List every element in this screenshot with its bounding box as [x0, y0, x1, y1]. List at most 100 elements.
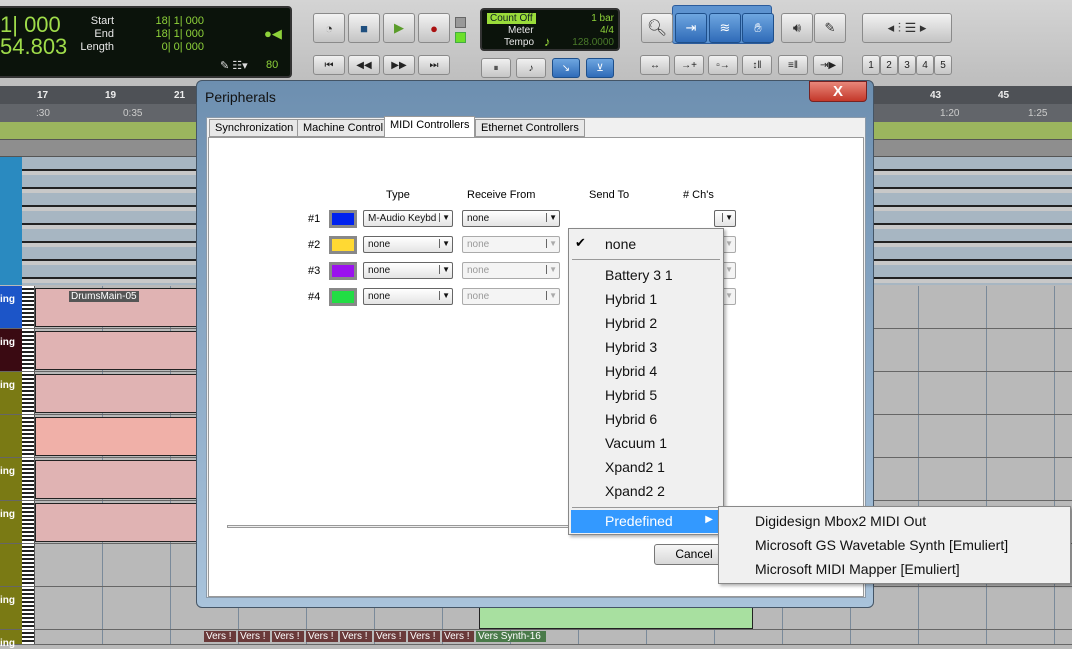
submenu-item[interactable]: Microsoft GS Wavetable Synth [Emuliert]: [755, 537, 1008, 553]
region-name[interactable]: Vers !: [238, 631, 270, 642]
midi-region[interactable]: [35, 417, 197, 456]
color-swatch[interactable]: [329, 262, 357, 280]
pencil-icon[interactable]: ✎ ☷▾: [220, 59, 248, 72]
tempo-value[interactable]: 128.0000: [572, 37, 614, 48]
type-select[interactable]: none: [363, 262, 453, 279]
zoom-preset-5[interactable]: 5: [934, 55, 952, 75]
tab-ethernet-controllers[interactable]: Ethernet Controllers: [475, 119, 585, 137]
end-value[interactable]: 18| 1| 000: [128, 28, 204, 40]
color-swatch[interactable]: [329, 236, 357, 254]
midi-region[interactable]: [35, 331, 197, 370]
wait-for-note-icon[interactable]: ⊻: [586, 58, 614, 78]
menu-item[interactable]: Hybrid 4: [605, 363, 657, 379]
tab-machine-control[interactable]: Machine Control: [297, 119, 390, 137]
track-name[interactable]: ing: [0, 587, 22, 629]
selector-tool-icon[interactable]: ≋: [709, 13, 741, 43]
track-name[interactable]: ing: [0, 458, 22, 500]
online-button[interactable]: ◔: [313, 13, 345, 43]
midi-region[interactable]: [35, 503, 197, 542]
menu-item[interactable]: Battery 3 1: [605, 267, 673, 283]
close-button[interactable]: X: [809, 81, 867, 102]
menu-item-none[interactable]: none: [605, 236, 636, 252]
color-swatch[interactable]: [329, 288, 357, 306]
submenu-item[interactable]: Microsoft MIDI Mapper [Emuliert]: [755, 561, 960, 577]
tab-midi-controllers[interactable]: MIDI Controllers: [384, 116, 476, 138]
counter-time[interactable]: 54.803: [0, 34, 67, 60]
receive-select[interactable]: none: [462, 288, 560, 305]
channels-select[interactable]: [714, 210, 736, 227]
metronome-icon[interactable]: ♪: [516, 58, 546, 78]
pause-icon[interactable]: ⏸: [481, 58, 511, 78]
midi-region[interactable]: [35, 460, 197, 499]
menu-item[interactable]: Vacuum 1: [605, 435, 667, 451]
menu-item[interactable]: Hybrid 5: [605, 387, 657, 403]
zoom-preset-2[interactable]: 2: [880, 55, 898, 75]
midi-merge-icon[interactable]: ↘: [552, 58, 580, 78]
type-select[interactable]: none: [363, 236, 453, 253]
region-name[interactable]: Vers !: [204, 631, 236, 642]
zoom-controls[interactable]: ◂ ⫶ ☰ ▸: [862, 13, 952, 43]
fast-forward-button[interactable]: ▶▶: [383, 55, 415, 75]
track-name[interactable]: ing: [0, 329, 22, 371]
menu-item[interactable]: Hybrid 3: [605, 339, 657, 355]
track-name[interactable]: [0, 415, 22, 457]
submenu-item[interactable]: Digidesign Mbox2 MIDI Out: [755, 513, 926, 529]
tab-synchronization[interactable]: Synchronization: [209, 119, 300, 137]
type-select[interactable]: M-Audio Keybd: [363, 210, 453, 227]
pencil-tool-icon[interactable]: ✎: [814, 13, 846, 43]
track-name[interactable]: ing: [0, 630, 22, 649]
length-value[interactable]: 0| 0| 000: [128, 41, 204, 53]
return-to-zero-button[interactable]: ⏮: [313, 55, 345, 75]
type-select[interactable]: none: [363, 288, 453, 305]
region-name[interactable]: Vers !: [408, 631, 440, 642]
play-button[interactable]: ▶: [383, 13, 415, 43]
menu-item-predefined[interactable]: Predefined ▶: [571, 510, 721, 533]
spot-mode-icon[interactable]: ▫→: [708, 55, 738, 75]
menu-item[interactable]: Xpand2 1: [605, 459, 665, 475]
region-name[interactable]: Vers !: [374, 631, 406, 642]
trim-tool-icon[interactable]: ⇥: [675, 13, 707, 43]
region-name[interactable]: Vers !: [306, 631, 338, 642]
scrubber-tool-icon[interactable]: 🔊︎: [781, 13, 813, 43]
midi-region[interactable]: [479, 607, 753, 629]
grid-relative-icon[interactable]: ≡‖: [778, 55, 808, 75]
note-icon[interactable]: ♪: [544, 34, 551, 49]
receive-select[interactable]: none: [462, 210, 560, 227]
start-value[interactable]: 18| 1| 000: [128, 15, 204, 27]
track-name[interactable]: ing: [0, 286, 22, 328]
zoom-preset-3[interactable]: 3: [898, 55, 916, 75]
receive-select[interactable]: none: [462, 236, 560, 253]
zoom-preset-4[interactable]: 4: [916, 55, 934, 75]
region-name[interactable]: Vers !: [340, 631, 372, 642]
color-swatch[interactable]: [329, 210, 357, 228]
region-name[interactable]: Vers !: [442, 631, 474, 642]
region-name[interactable]: Vers !: [272, 631, 304, 642]
midi-input-icon[interactable]: ●◀: [264, 26, 282, 42]
receive-select[interactable]: none: [462, 262, 560, 279]
stop-button[interactable]: ■: [348, 13, 380, 43]
grabber-tool-icon[interactable]: ✋︎: [742, 13, 774, 43]
track-name[interactable]: ing: [0, 372, 22, 414]
menu-item[interactable]: Hybrid 2: [605, 315, 657, 331]
slip-mode-icon[interactable]: →+: [674, 55, 704, 75]
tab-to-transient-icon[interactable]: ⇥▶: [813, 55, 843, 75]
record-button[interactable]: ●: [418, 13, 450, 43]
zoom-preset-1[interactable]: 1: [862, 55, 880, 75]
meter-value[interactable]: 4/4: [600, 25, 614, 36]
count-off-button[interactable]: Count Off: [487, 13, 536, 24]
region-name[interactable]: Vers Synth-16: [476, 631, 546, 642]
grid-mode-icon[interactable]: ↕‖: [742, 55, 772, 75]
track-name[interactable]: ing: [0, 501, 22, 543]
menu-item[interactable]: Xpand2 2: [605, 483, 665, 499]
menu-item[interactable]: Hybrid 1: [605, 291, 657, 307]
midi-region[interactable]: [35, 374, 197, 413]
go-to-end-button[interactable]: ⏭: [418, 55, 450, 75]
track-name[interactable]: [0, 544, 22, 586]
rewind-button[interactable]: ◀◀: [348, 55, 380, 75]
track-row[interactable]: ing Vers ! Vers ! Vers ! Vers ! Vers ! V…: [0, 630, 1072, 649]
zoom-tool-icon[interactable]: 🔍︎: [641, 13, 673, 43]
midi-region[interactable]: DrumsMain-05: [35, 288, 197, 327]
shuffle-mode-icon[interactable]: ↔: [640, 55, 670, 75]
nudge-value[interactable]: 80: [266, 59, 278, 71]
menu-item[interactable]: Hybrid 6: [605, 411, 657, 427]
